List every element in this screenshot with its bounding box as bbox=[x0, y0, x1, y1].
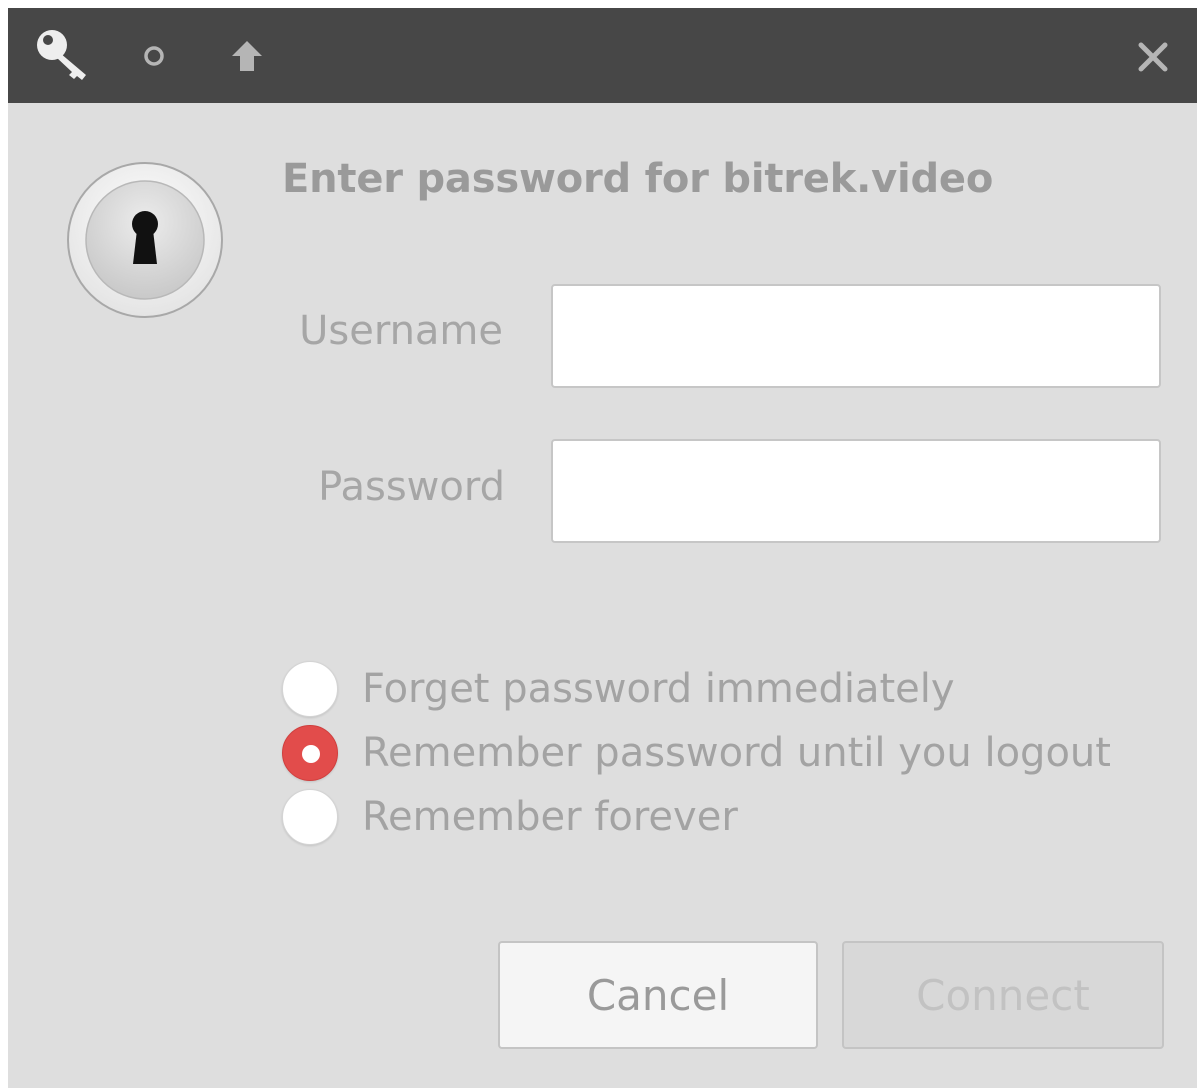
arrow-up-icon[interactable] bbox=[227, 38, 267, 74]
password-input[interactable] bbox=[551, 439, 1161, 543]
titlebar bbox=[8, 8, 1197, 103]
password-dialog: Enter password for bitrek.video Username… bbox=[8, 8, 1197, 1088]
cancel-button[interactable]: Cancel bbox=[498, 941, 818, 1049]
connect-button[interactable]: Connect bbox=[842, 941, 1164, 1049]
radio-label: Remember password until you logout bbox=[362, 730, 1111, 776]
radio-button-checked[interactable] bbox=[282, 725, 338, 781]
radio-button[interactable] bbox=[282, 789, 338, 845]
radio-forget-immediately[interactable]: Forget password immediately bbox=[282, 658, 955, 720]
close-icon[interactable] bbox=[1137, 41, 1169, 73]
key-icon bbox=[37, 30, 86, 80]
dialog-heading: Enter password for bitrek.video bbox=[282, 156, 994, 202]
radio-remember-forever[interactable]: Remember forever bbox=[282, 786, 738, 848]
username-input[interactable] bbox=[551, 284, 1161, 388]
radio-button[interactable] bbox=[282, 661, 338, 717]
password-label: Password bbox=[318, 464, 505, 510]
radio-label: Forget password immediately bbox=[362, 666, 955, 712]
keyhole-icon bbox=[67, 162, 223, 318]
username-label: Username bbox=[299, 308, 503, 354]
circle-icon[interactable] bbox=[142, 44, 166, 68]
radio-label: Remember forever bbox=[362, 794, 738, 840]
radio-remember-until-logout[interactable]: Remember password until you logout bbox=[282, 722, 1111, 784]
